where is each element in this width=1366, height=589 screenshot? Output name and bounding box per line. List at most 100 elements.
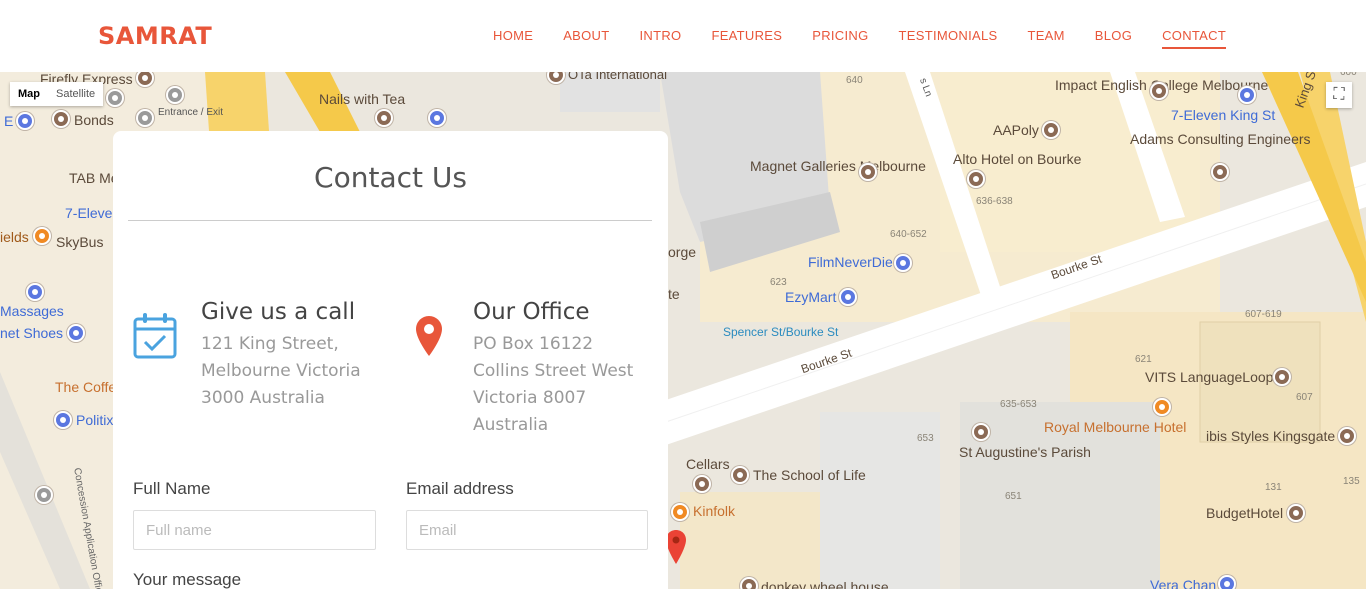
address-number: 600	[1340, 72, 1357, 78]
map-label: Bonds	[74, 112, 114, 128]
message-label: Your message	[133, 570, 242, 589]
restaurant-pin-icon[interactable]	[1153, 398, 1171, 416]
place-pin-icon[interactable]	[740, 577, 758, 589]
nav-item-testimonials[interactable]: TESTIMONIALS	[899, 28, 998, 49]
calendar-icon	[133, 311, 177, 364]
map-label: Massages	[0, 303, 64, 319]
address-number: 640	[846, 75, 863, 86]
map-type-satellite[interactable]: Satellite	[48, 82, 103, 106]
address-number: 607	[1296, 392, 1313, 403]
map-label: donkey wheel house	[761, 579, 889, 589]
top-navbar: SAMRAT HOME ABOUT INTRO FEATURES PRICING…	[0, 0, 1366, 72]
address-number: 635-653	[1000, 399, 1037, 410]
shopping-pin-icon[interactable]	[16, 112, 34, 130]
cart-pin-icon[interactable]	[839, 288, 857, 306]
contact-title: Contact Us	[314, 161, 467, 194]
map-label: 7-Eleven King St	[1171, 107, 1276, 123]
map-label: net Shoes	[0, 325, 64, 341]
contact-card: Contact Us Give us a call 121 King Stree…	[113, 131, 668, 589]
fullscreen-icon[interactable]: ⛶	[1326, 82, 1352, 108]
map-label: te	[668, 286, 680, 302]
place-pin-icon[interactable]	[1042, 121, 1060, 139]
map-label: The School of Life	[753, 467, 866, 483]
nav-item-contact[interactable]: CONTACT	[1162, 28, 1227, 49]
full-name-input[interactable]	[133, 510, 376, 550]
map-label: AAPoly	[993, 122, 1039, 138]
shopping-pin-icon[interactable]	[894, 254, 912, 272]
address-number: 651	[1005, 491, 1022, 502]
divider	[128, 220, 652, 221]
transit-pin-icon[interactable]	[166, 86, 184, 104]
map-label: E	[4, 113, 14, 129]
map-label: Adams Consulting Engineers	[1130, 131, 1311, 147]
nav-item-features[interactable]: FEATURES	[711, 28, 782, 49]
place-pin-icon[interactable]	[1211, 163, 1229, 181]
map-label: The Coffe	[55, 379, 117, 395]
school-pin-icon[interactable]	[731, 466, 749, 484]
place-pin-icon[interactable]	[1150, 82, 1168, 100]
nav-item-blog[interactable]: BLOG	[1095, 28, 1132, 49]
address-number: 653	[917, 433, 934, 444]
restaurant-pin-icon[interactable]	[33, 227, 51, 245]
nav-item-home[interactable]: HOME	[493, 28, 533, 49]
map-label: EzyMart	[785, 289, 837, 305]
nav-item-about[interactable]: ABOUT	[563, 28, 609, 49]
help-pin-icon[interactable]	[35, 486, 53, 504]
map-label: Nails with Tea	[319, 91, 406, 107]
map-label: FilmNeverDie	[808, 254, 893, 270]
map-label: Cellars	[686, 456, 730, 472]
nav-item-team[interactable]: TEAM	[1027, 28, 1064, 49]
address-number: 640-652	[890, 229, 927, 240]
map-label: 7-Eleven	[65, 205, 121, 221]
address-number: 621	[1135, 354, 1152, 365]
shopping-pin-icon[interactable]	[67, 324, 85, 342]
hotel-pin-icon[interactable]	[1338, 427, 1356, 445]
shopping-pin-icon[interactable]	[54, 411, 72, 429]
location-marker-icon[interactable]	[666, 530, 686, 564]
shopping-pin-icon[interactable]	[428, 109, 446, 127]
map-label: Royal Melbourne Hotel	[1044, 419, 1187, 435]
place-pin-icon[interactable]	[1273, 368, 1291, 386]
site-logo[interactable]: SAMRAT	[98, 22, 212, 50]
hotel-pin-icon[interactable]	[1287, 504, 1305, 522]
nav-item-pricing[interactable]: PRICING	[812, 28, 868, 49]
email-input[interactable]	[406, 510, 648, 550]
map-label: Alto Hotel on Bourke	[953, 151, 1082, 167]
map-label: SkyBus	[56, 234, 104, 250]
map-label: ibis Styles Kingsgate	[1206, 428, 1336, 444]
shopping-pin-icon[interactable]	[26, 283, 44, 301]
shopping-pin-icon[interactable]	[1238, 86, 1256, 104]
place-pin-icon[interactable]	[52, 110, 70, 128]
map-label: Politix	[76, 412, 114, 428]
map-label: Vera Chan	[1150, 577, 1217, 589]
address-number: 636-638	[976, 196, 1013, 207]
cafe-pin-icon[interactable]	[671, 503, 689, 521]
office-address-line: Collins Street West	[473, 361, 634, 381]
map-type-map[interactable]: Map	[10, 82, 48, 106]
office-address-line: Victoria 8007	[473, 388, 587, 408]
map-label: St Augustine's Parish	[959, 444, 1091, 460]
place-pin-icon[interactable]	[859, 163, 877, 181]
map-label: TAB Me	[69, 170, 119, 186]
hotel-pin-icon[interactable]	[967, 170, 985, 188]
office-title: Our Office	[473, 299, 590, 325]
nav-item-intro[interactable]: INTRO	[640, 28, 682, 49]
place-pin-icon[interactable]	[375, 109, 393, 127]
office-info: Our Office PO Box 16122 Collins Street W…	[473, 299, 633, 439]
address-number: 131	[1265, 482, 1282, 493]
map-type-toggle[interactable]: Map Satellite	[10, 82, 104, 106]
help-pin-icon[interactable]	[106, 89, 124, 107]
address-number: 135	[1343, 476, 1360, 487]
shopping-pin-icon[interactable]	[1218, 575, 1236, 589]
place-pin-icon[interactable]	[693, 475, 711, 493]
church-pin-icon[interactable]	[972, 423, 990, 441]
address-number: 623	[770, 277, 787, 288]
office-address-line: Australia	[473, 415, 549, 435]
map-label: Spencer St/Bourke St	[723, 325, 839, 339]
office-address-line: PO Box 16122	[473, 334, 594, 354]
map-label: Kinfolk	[693, 503, 736, 519]
transit-pin-icon[interactable]	[136, 109, 154, 127]
map-label: OTa International	[568, 72, 668, 82]
call-title: Give us a call	[201, 299, 356, 325]
call-address-line: Melbourne Victoria	[201, 361, 361, 381]
